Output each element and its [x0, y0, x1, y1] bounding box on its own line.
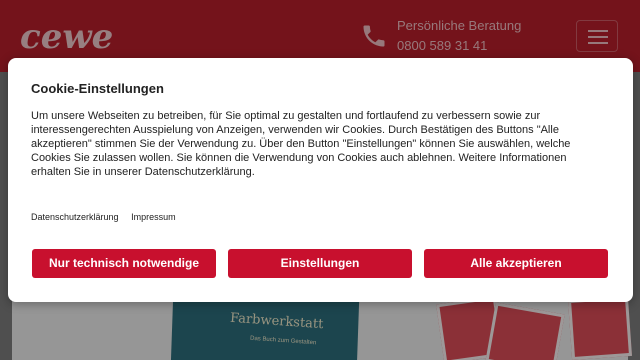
- dialog-title: Cookie-Einstellungen: [31, 81, 164, 96]
- privacy-policy-link[interactable]: Datenschutzerklärung: [31, 212, 119, 222]
- dialog-links: Datenschutzerklärung Impressum: [31, 212, 186, 222]
- accept-all-button[interactable]: Alle akzeptieren: [424, 249, 608, 278]
- settings-button[interactable]: Einstellungen: [228, 249, 412, 278]
- imprint-link[interactable]: Impressum: [131, 212, 176, 222]
- necessary-only-button[interactable]: Nur technisch notwendige: [32, 249, 216, 278]
- cookie-dialog: Cookie-Einstellungen Um unsere Webseiten…: [8, 58, 633, 302]
- dialog-body-text: Um unsere Webseiten zu betreiben, für Si…: [31, 110, 571, 178]
